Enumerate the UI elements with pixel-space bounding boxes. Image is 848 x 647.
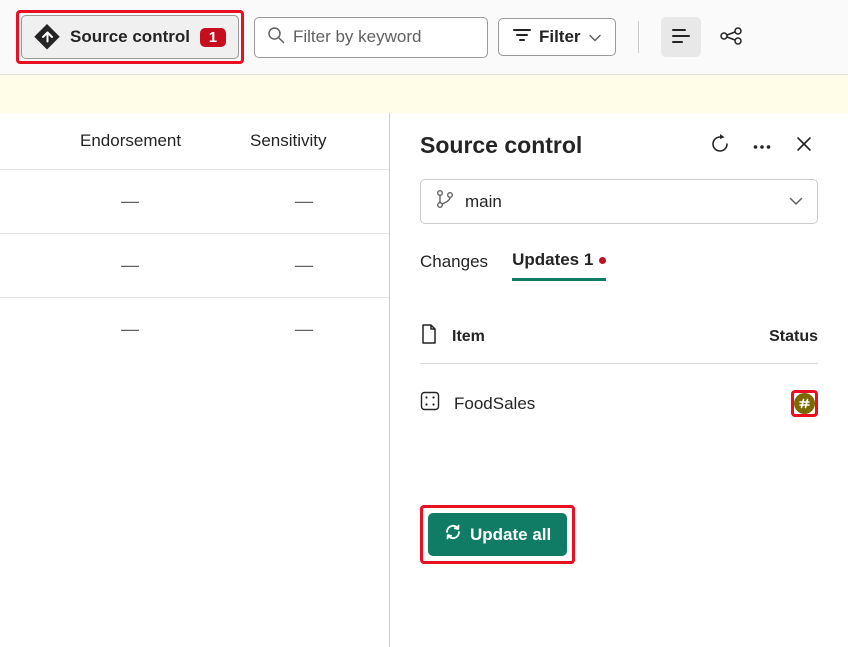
toolbar: Source control 1 Filter [0,0,848,75]
close-button[interactable] [790,131,818,159]
tab-changes-label: Changes [420,252,488,272]
list-icon [671,28,691,47]
chevron-down-icon [589,27,601,47]
table-row[interactable]: — — [0,169,389,233]
search-icon [267,26,285,49]
filter-button[interactable]: Filter [498,18,616,56]
updates-list-header: Item Status [420,324,818,364]
refresh-button[interactable] [706,131,734,159]
main-content: Endorsement Sensitivity — — — — — — Sour… [0,113,848,647]
branch-selector[interactable]: main [420,179,818,224]
table-row[interactable]: — — [0,233,389,297]
cell-sensitivity: — [200,191,388,212]
table-header-row: Endorsement Sensitivity [0,113,389,169]
close-icon [796,136,812,155]
filter-label: Filter [539,27,581,47]
tab-updates-label: Updates 1 [512,250,593,270]
source-control-label: Source control [70,27,190,47]
update-all-button[interactable]: Update all [428,513,567,556]
status-modified-icon [794,393,815,414]
table-row[interactable]: — — [0,297,389,361]
cell-endorsement: — [0,255,200,276]
col-header-item: Item [452,328,485,346]
col-header-status: Status [769,328,818,346]
more-icon [753,138,771,153]
highlight-status [791,390,818,417]
highlight-update-all: Update all [420,505,575,564]
divider [638,21,639,53]
col-header-endorsement[interactable]: Endorsement [0,131,200,151]
panel-title: Source control [420,132,582,159]
branch-name: main [465,192,502,212]
items-table: Endorsement Sensitivity — — — — — — [0,113,390,647]
col-header-sensitivity[interactable]: Sensitivity [200,131,388,151]
lineage-view-button[interactable] [711,17,751,57]
panel-header: Source control [420,131,818,159]
cell-sensitivity: — [200,255,388,276]
source-control-icon [34,24,60,50]
cell-endorsement: — [0,191,200,212]
tab-updates[interactable]: Updates 1 [512,250,606,281]
source-control-button[interactable]: Source control 1 [21,15,239,59]
source-control-panel: Source control [390,113,848,647]
cell-endorsement: — [0,319,200,340]
filter-input-container[interactable] [254,17,488,58]
filter-keyword-input[interactable] [293,27,475,47]
source-control-count-badge: 1 [200,28,226,47]
more-button[interactable] [748,131,776,159]
sync-icon [444,523,462,546]
panel-tabs: Changes Updates 1 [420,250,818,282]
list-view-button[interactable] [661,17,701,57]
highlight-source-control: Source control 1 [16,10,244,64]
branch-icon [435,189,455,214]
refresh-icon [710,134,730,157]
updates-indicator-dot [599,257,606,264]
filter-icon [513,27,531,47]
notification-band [0,75,848,113]
cell-sensitivity: — [200,319,388,340]
tab-changes[interactable]: Changes [420,250,488,281]
lineage-icon [720,27,742,48]
update-all-wrap: Update all [420,505,818,564]
file-icon [420,324,438,349]
update-item-row[interactable]: FoodSales [420,364,818,443]
chevron-down-icon [789,193,803,211]
update-item-name: FoodSales [454,394,535,414]
semantic-model-icon [420,391,440,416]
update-all-label: Update all [470,525,551,545]
